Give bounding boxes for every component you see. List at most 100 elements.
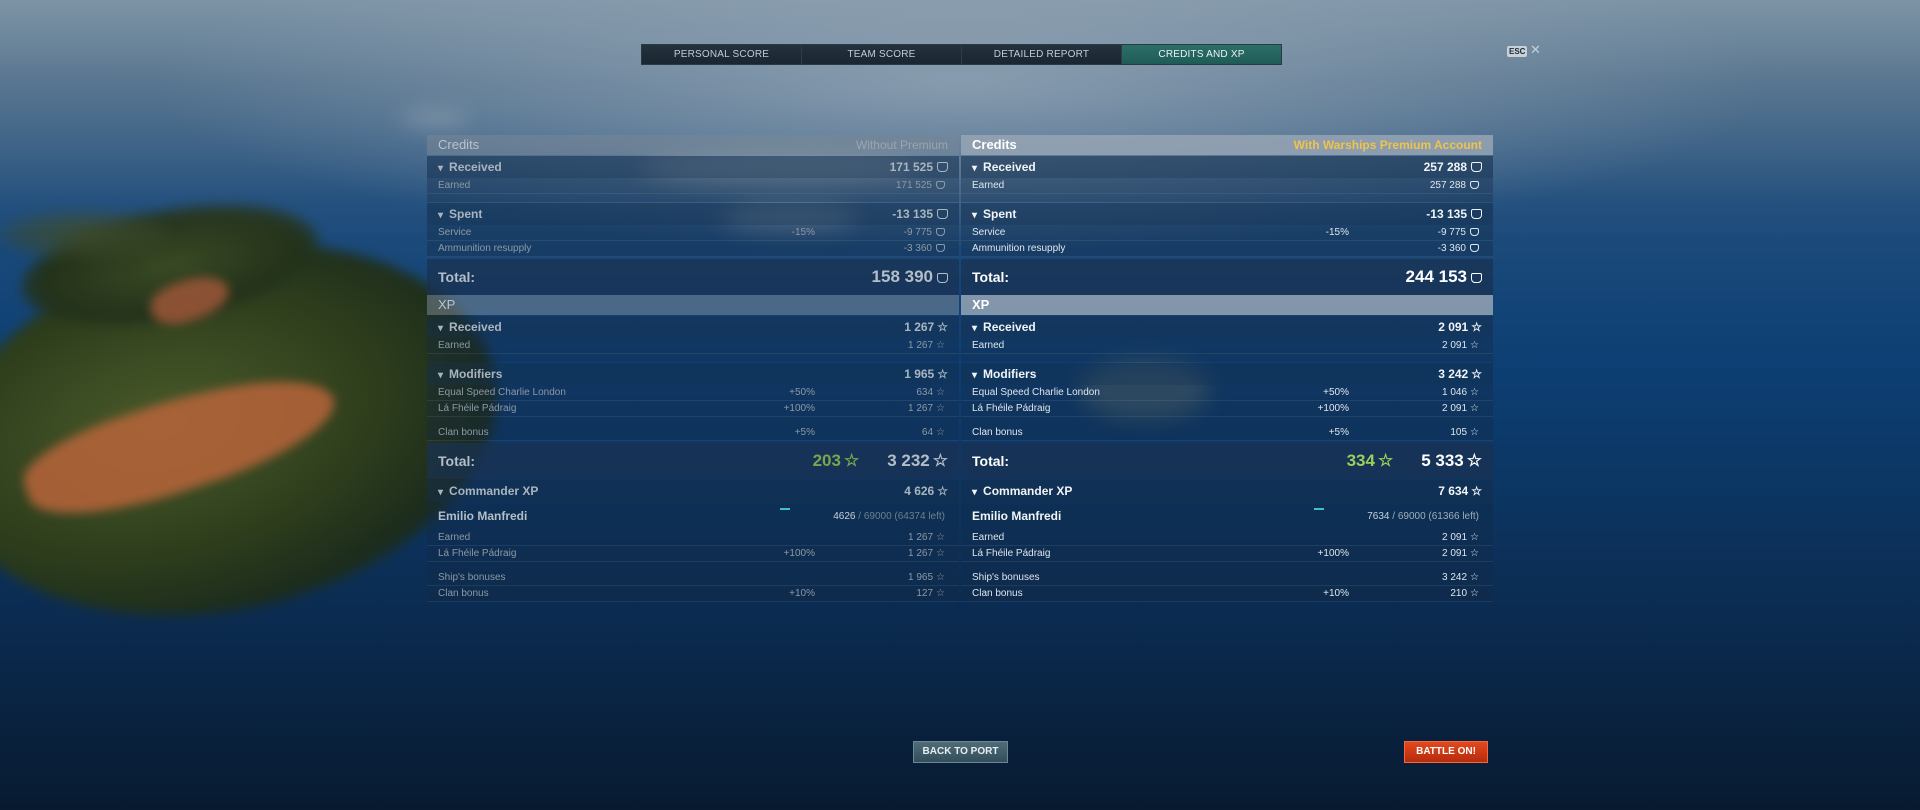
account-mode-label: Without Premium: [855, 138, 948, 152]
clan-bonus-row: Clan bonus +5% 64 ☆: [427, 425, 959, 441]
credit-coin-icon: [1470, 228, 1479, 236]
free-xp-value: 203: [812, 451, 841, 470]
credits-received-group[interactable]: Received 171 525: [427, 156, 959, 178]
modifier-row: Lá Fhéile Pádraig +100% 2 091 ☆: [961, 401, 1493, 417]
sky-haze: [0, 0, 1920, 810]
xp-received-group[interactable]: Received 1 267☆: [427, 316, 959, 338]
ammo-resupply-row: Ammunition resupply -3 360: [427, 241, 959, 257]
commander-modifier-row: Lá Fhéile Pádraig +100% 1 267 ☆: [427, 546, 959, 562]
credits-earned-row: Earned 257 288: [961, 178, 1493, 194]
star-icon: ☆: [936, 403, 945, 414]
commander-earned-row: Earned 2 091 ☆: [961, 530, 1493, 546]
tab-credits-and-xp[interactable]: CREDITS AND XP: [1122, 45, 1281, 64]
group-label: Received: [438, 156, 502, 178]
credit-coin-icon: [936, 181, 945, 189]
star-icon: ☆: [937, 367, 948, 381]
credits-title: Credits: [972, 137, 1017, 152]
clan-bonus-row: Clan bonus +5% 105 ☆: [961, 425, 1493, 441]
modifier-row: Equal Speed Charlie London +50% 1 046 ☆: [961, 385, 1493, 401]
commander-progress: Emilio Manfredi 7634 / 69000 (61366 left…: [961, 502, 1493, 530]
star-icon: ☆: [937, 484, 948, 498]
commander-progress: Emilio Manfredi 4626 / 69000 (64374 left…: [427, 502, 959, 530]
star-icon: ☆: [1471, 367, 1482, 381]
group-value: -13 135: [1426, 203, 1482, 225]
credit-coin-icon: [936, 228, 945, 236]
back-to-port-button[interactable]: BACK TO PORT: [913, 741, 1008, 763]
star-icon: ☆: [1470, 387, 1479, 398]
tab-team-score[interactable]: TEAM SCORE: [802, 45, 962, 64]
commander-xp-group[interactable]: Commander XP 7 634☆: [961, 480, 1493, 502]
esc-key-hint: ESC: [1507, 46, 1528, 57]
star-icon: ☆: [1471, 484, 1482, 498]
star-icon: ☆: [1470, 427, 1479, 438]
credit-coin-icon: [937, 209, 948, 219]
modifier-row: Lá Fhéile Pádraig +100% 1 267 ☆: [427, 401, 959, 417]
credits-title: Credits: [438, 137, 480, 152]
commander-xp-bar: [780, 508, 790, 510]
star-icon: ☆: [1466, 451, 1482, 470]
close-icon[interactable]: ✕: [1530, 42, 1541, 58]
xp-header: XP: [961, 295, 1493, 315]
star-icon: ☆: [1471, 320, 1482, 334]
modifier-row: Equal Speed Charlie London +50% 634 ☆: [427, 385, 959, 401]
background-scene: [0, 0, 1920, 810]
group-label: Received: [972, 156, 1036, 178]
credits-earned-row: Earned 171 525: [427, 178, 959, 194]
star-icon: ☆: [936, 532, 945, 543]
group-value: 257 288: [1424, 156, 1482, 178]
group-label: Spent: [438, 203, 482, 225]
credit-coin-icon: [1471, 273, 1482, 283]
star-icon: ☆: [936, 548, 945, 559]
credit-coin-icon: [1470, 181, 1479, 189]
xp-earned-row: Earned 2 091 ☆: [961, 338, 1493, 354]
star-icon: ☆: [1470, 403, 1479, 414]
xp-header: XP: [427, 295, 959, 315]
service-cost-row: Service -15% -9 775: [961, 225, 1493, 241]
credit-coin-icon: [1470, 244, 1479, 252]
star-icon: ☆: [936, 572, 945, 583]
credit-coin-icon: [936, 244, 945, 252]
credits-received-group[interactable]: Received 257 288: [961, 156, 1493, 178]
credits-total: Total: 158 390: [427, 259, 959, 295]
xp-received-group[interactable]: Received 2 091☆: [961, 316, 1493, 338]
star-icon: ☆: [1470, 340, 1479, 351]
group-value: -13 135: [892, 203, 948, 225]
star-icon: ☆: [1470, 572, 1479, 583]
star-icon: ☆: [936, 340, 945, 351]
panel-with-premium: Credits With Warships Premium Account Re…: [961, 135, 1493, 602]
xp-modifiers-group[interactable]: Modifiers 1 965☆: [427, 363, 959, 385]
star-icon: ☆: [1470, 588, 1479, 599]
group-label: Spent: [972, 203, 1016, 225]
result-tabs: PERSONAL SCORE TEAM SCORE DETAILED REPOR…: [641, 44, 1282, 65]
star-icon: ☆: [936, 588, 945, 599]
panel-without-premium: Credits Without Premium Received 171 525…: [427, 135, 959, 602]
commander-clan-bonus-row: Clan bonus +10% 127 ☆: [427, 586, 959, 602]
commander-earned-row: Earned 1 267 ☆: [427, 530, 959, 546]
credits-spent-group[interactable]: Spent -13 135: [427, 203, 959, 225]
tab-detailed-report[interactable]: DETAILED REPORT: [962, 45, 1122, 64]
credits-spent-group[interactable]: Spent -13 135: [961, 203, 1493, 225]
service-cost-row: Service -15% -9 775: [427, 225, 959, 241]
xp-title: XP: [972, 297, 990, 312]
star-icon: ☆: [1377, 451, 1394, 470]
free-xp-value: 334: [1346, 451, 1375, 470]
tab-personal-score[interactable]: PERSONAL SCORE: [642, 45, 802, 64]
credit-coin-icon: [1471, 209, 1482, 219]
xp-modifiers-group[interactable]: Modifiers 3 242☆: [961, 363, 1493, 385]
commander-xp-group[interactable]: Commander XP 4 626☆: [427, 480, 959, 502]
credits-header: Credits Without Premium: [427, 135, 959, 155]
star-icon: ☆: [1470, 548, 1479, 559]
commander-xp-bar: [1314, 508, 1324, 510]
ship-bonuses-row: Ship's bonuses 1 965 ☆: [427, 570, 959, 586]
commander-clan-bonus-row: Clan bonus +10% 210 ☆: [961, 586, 1493, 602]
battle-button[interactable]: BATTLE ON!: [1404, 741, 1488, 763]
ammo-resupply-row: Ammunition resupply -3 360: [961, 241, 1493, 257]
account-mode-label: With Warships Premium Account: [1293, 138, 1482, 152]
star-icon: ☆: [843, 451, 860, 470]
commander-name: Emilio Manfredi: [972, 509, 1062, 523]
commander-name: Emilio Manfredi: [438, 509, 528, 523]
xp-title: XP: [438, 297, 456, 312]
credits-header: Credits With Warships Premium Account: [961, 135, 1493, 155]
group-value: 171 525: [890, 156, 948, 178]
star-icon: ☆: [936, 387, 945, 398]
